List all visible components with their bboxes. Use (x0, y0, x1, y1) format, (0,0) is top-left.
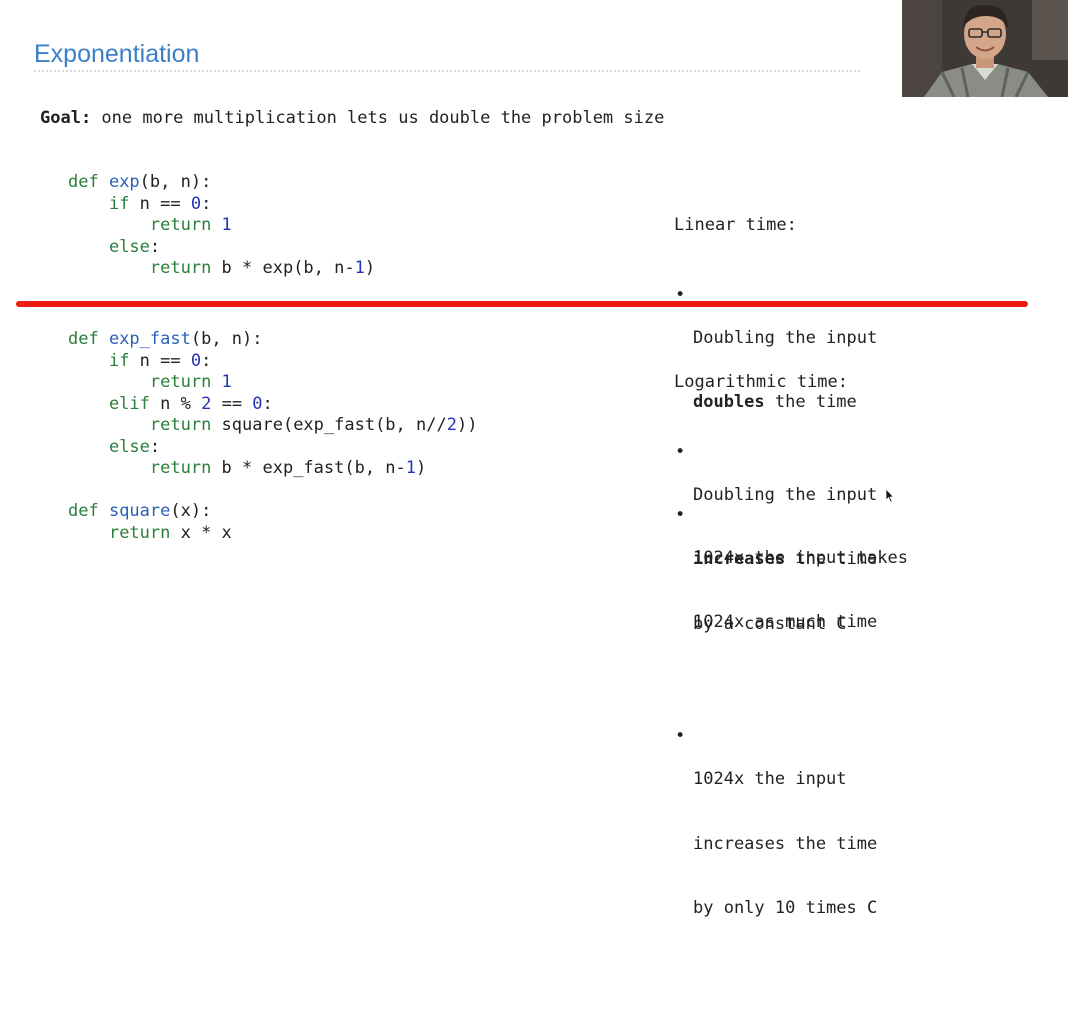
code-line: return b * exp_fast(b, n-1) (68, 458, 477, 480)
code-keyword: if (108, 350, 130, 371)
code-line: return x * x (68, 523, 477, 545)
notes-logarithmic-time: Logarithmic time: Doubling the input inc… (674, 329, 877, 1011)
code-number: 1 (221, 215, 232, 235)
code-line: def square(x): (68, 501, 477, 523)
code-line: def exp_fast(b, n): (68, 329, 477, 351)
bullet-item: Doubling the input increases the time by… (674, 442, 877, 679)
title-underline (34, 70, 860, 72)
code-token: ) (416, 458, 427, 478)
code-line: return 1 (68, 215, 375, 237)
code-token: : (262, 393, 273, 414)
bullet-line: Doubling the input (693, 484, 878, 505)
code-token: x * x (170, 522, 232, 543)
code-keyword: elif (108, 393, 150, 414)
code-keyword: return (108, 522, 171, 543)
bullet-line: increases the time (693, 833, 878, 854)
bullet-line: by only 10 times C (693, 898, 878, 918)
bullet-text: the time (785, 549, 878, 569)
code-keyword: def (68, 501, 109, 521)
code-number: 2 (201, 393, 212, 414)
code-keyword: return (149, 458, 212, 478)
code-token: : (201, 193, 212, 214)
code-token: == (211, 393, 253, 414)
code-token: b * exp(b, n- (211, 258, 355, 278)
code-number: 1 (221, 372, 232, 392)
code-block-exp: def exp(b, n): if n == 0: return 1 else:… (68, 172, 375, 280)
notes-heading: Logarithmic time: (674, 372, 848, 392)
bullet-item: 1024x the input increases the time by on… (674, 726, 877, 963)
slide-title: Exponentiation (34, 40, 200, 68)
notes-heading: Linear time: (674, 215, 797, 235)
code-keyword: else (108, 236, 150, 257)
presenter-figure-icon (902, 0, 1068, 97)
code-line: def exp(b, n): (68, 172, 375, 194)
goal-label: Goal: (40, 108, 92, 128)
code-function-name: square (108, 501, 171, 521)
code-line: else: (68, 437, 477, 459)
code-token: n % (149, 393, 202, 414)
code-keyword: def (68, 329, 109, 349)
code-keyword: def (68, 172, 109, 192)
code-number: 0 (190, 350, 202, 371)
code-number: 0 (252, 393, 263, 414)
code-number: 2 (446, 415, 457, 435)
code-token: (x): (170, 501, 212, 521)
code-block-exp-fast: def exp_fast(b, n): if n == 0: return 1 … (68, 329, 477, 544)
code-line: return square(exp_fast(b, n//2)) (68, 415, 478, 437)
annotation-red-line (16, 301, 1028, 307)
code-token: : (201, 350, 212, 371)
presenter-webcam (902, 0, 1068, 97)
code-line: if n == 0: (68, 194, 375, 216)
code-number: 0 (190, 193, 202, 214)
code-number: 1 (354, 258, 365, 278)
bullet-line: increases the time (693, 549, 877, 571)
code-function-name: exp_fast (108, 329, 191, 349)
code-token: n == (129, 350, 191, 371)
code-keyword: if (108, 193, 130, 214)
bullet-line: 1024x the input (693, 769, 847, 789)
code-line: return 1 (68, 372, 477, 394)
code-token: b * exp_fast(b, n- (211, 458, 406, 478)
code-function-name: exp (108, 172, 140, 192)
goal-statement: Goal: one more multiplication lets us do… (40, 108, 664, 128)
code-line: elif n % 2 == 0: (68, 394, 477, 416)
code-token: : (149, 436, 161, 457)
code-keyword: return (149, 258, 212, 278)
code-token: : (149, 236, 161, 257)
code-keyword: return (149, 215, 222, 235)
code-keyword: return (149, 415, 212, 435)
code-token: (b, n): (190, 329, 263, 349)
code-keyword: return (149, 372, 222, 392)
code-token: (b, n): (139, 172, 212, 192)
code-token: square(exp_fast(b, n// (211, 415, 447, 435)
bold-term: increases (693, 549, 786, 569)
code-token: ) (364, 258, 376, 278)
code-number: 1 (405, 458, 417, 478)
code-line: if n == 0: (68, 351, 477, 373)
mouse-pointer-icon (885, 487, 895, 508)
code-line: return b * exp(b, n-1) (68, 258, 375, 280)
code-token: n == (129, 193, 191, 214)
code-line: else: (68, 237, 375, 259)
code-token: )) (456, 415, 478, 435)
goal-text: one more multiplication lets us double t… (91, 108, 665, 128)
code-keyword: else (108, 436, 150, 457)
bullet-line: by a constant C (693, 613, 847, 634)
